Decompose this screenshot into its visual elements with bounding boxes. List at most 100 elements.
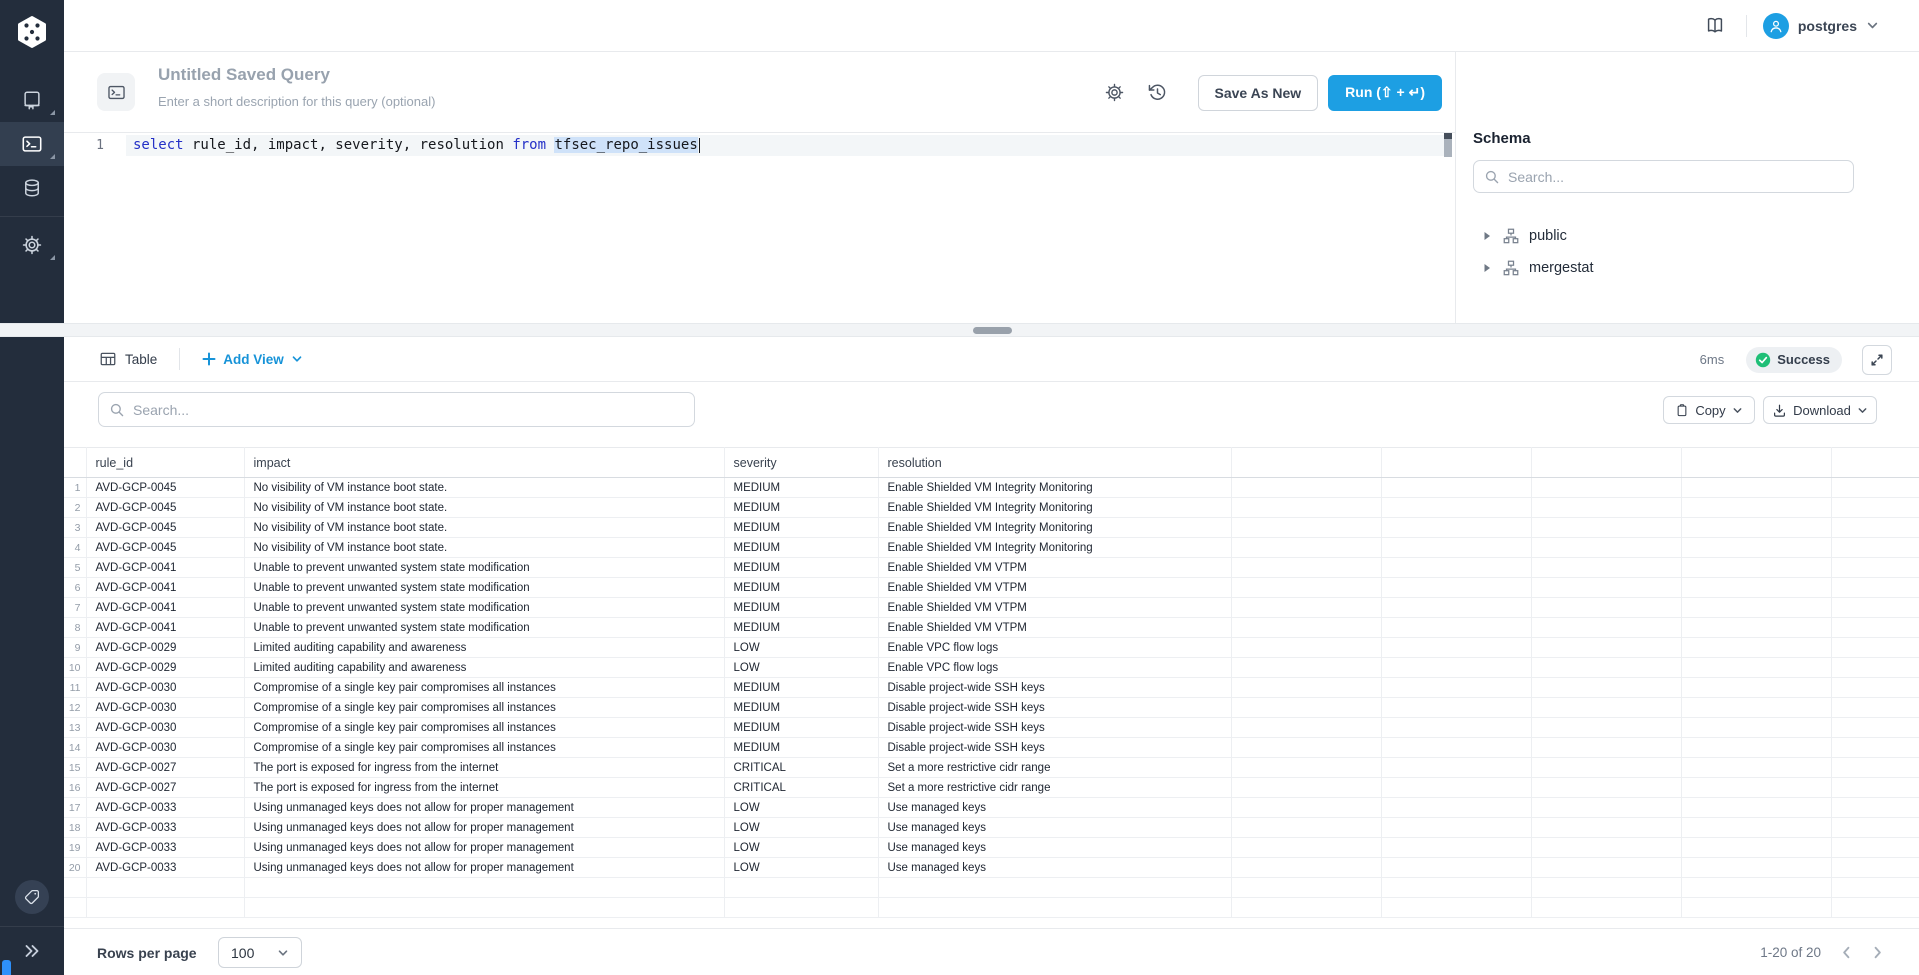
panel-resize-divider[interactable] xyxy=(0,323,1919,337)
query-history-button[interactable] xyxy=(1143,78,1172,107)
docs-button[interactable] xyxy=(1700,11,1730,41)
cell-resolution[interactable]: Disable project-wide SSH keys xyxy=(878,698,1231,718)
cell-severity[interactable]: MEDIUM xyxy=(724,578,878,598)
column-header-severity[interactable]: severity xyxy=(724,448,878,478)
cell-severity[interactable]: MEDIUM xyxy=(724,678,878,698)
sidebar-item-settings[interactable] xyxy=(0,223,64,267)
cell-severity[interactable]: MEDIUM xyxy=(724,498,878,518)
cell-severity[interactable]: MEDIUM xyxy=(724,698,878,718)
sql-editor[interactable]: 1 select rule_id, impact, severity, reso… xyxy=(64,133,1455,323)
cell-impact[interactable]: Unable to prevent unwanted system state … xyxy=(244,578,724,598)
cell-resolution[interactable]: Disable project-wide SSH keys xyxy=(878,678,1231,698)
cell-resolution[interactable]: Enable Shielded VM VTPM xyxy=(878,558,1231,578)
schema-search[interactable] xyxy=(1473,160,1854,193)
cell-impact[interactable]: No visibility of VM instance boot state. xyxy=(244,478,724,498)
sidebar-item-queries[interactable] xyxy=(0,122,64,166)
download-button[interactable]: Download xyxy=(1763,396,1877,424)
cell-resolution[interactable]: Disable project-wide SSH keys xyxy=(878,718,1231,738)
caret-right-icon[interactable] xyxy=(1482,231,1492,241)
cell-severity[interactable]: MEDIUM xyxy=(724,558,878,578)
cell-severity[interactable]: LOW xyxy=(724,798,878,818)
column-header-resolution[interactable]: resolution xyxy=(878,448,1231,478)
caret-right-icon[interactable] xyxy=(1482,263,1492,273)
cell-impact[interactable]: Limited auditing capability and awarenes… xyxy=(244,658,724,678)
cell-resolution[interactable]: Enable Shielded VM VTPM xyxy=(878,618,1231,638)
cell-impact[interactable]: Limited auditing capability and awarenes… xyxy=(244,638,724,658)
cell-rule_id[interactable]: AVD-GCP-0033 xyxy=(86,818,244,838)
cell-resolution[interactable]: Use managed keys xyxy=(878,798,1231,818)
cell-rule_id[interactable]: AVD-GCP-0041 xyxy=(86,578,244,598)
schema-item-label[interactable]: public xyxy=(1529,228,1567,244)
cell-resolution[interactable]: Use managed keys xyxy=(878,838,1231,858)
sql-code[interactable]: select rule_id, impact, severity, resolu… xyxy=(133,135,700,156)
cell-rule_id[interactable]: AVD-GCP-0030 xyxy=(86,718,244,738)
cell-resolution[interactable]: Enable VPC flow logs xyxy=(878,638,1231,658)
cell-impact[interactable]: Compromise of a single key pair compromi… xyxy=(244,698,724,718)
cell-severity[interactable]: LOW xyxy=(724,658,878,678)
cell-rule_id[interactable]: AVD-GCP-0029 xyxy=(86,658,244,678)
cell-impact[interactable]: Unable to prevent unwanted system state … xyxy=(244,558,724,578)
sidebar-item-repos[interactable] xyxy=(0,78,64,122)
cell-rule_id[interactable]: AVD-GCP-0030 xyxy=(86,698,244,718)
rows-per-page-select[interactable]: 100 xyxy=(218,937,302,968)
save-as-new-button[interactable]: Save As New xyxy=(1198,75,1319,111)
cell-rule_id[interactable]: AVD-GCP-0027 xyxy=(86,758,244,778)
cell-rule_id[interactable]: AVD-GCP-0027 xyxy=(86,778,244,798)
cell-severity[interactable]: MEDIUM xyxy=(724,538,878,558)
cell-impact[interactable]: Compromise of a single key pair compromi… xyxy=(244,678,724,698)
query-settings-button[interactable] xyxy=(1100,78,1129,107)
cell-rule_id[interactable]: AVD-GCP-0033 xyxy=(86,858,244,878)
query-description-input[interactable] xyxy=(158,92,678,110)
next-page-button[interactable] xyxy=(1866,941,1889,964)
run-query-button[interactable]: Run (⇧ + ↵) xyxy=(1328,75,1442,111)
avatar[interactable] xyxy=(1763,13,1789,39)
cell-rule_id[interactable]: AVD-GCP-0029 xyxy=(86,638,244,658)
cell-severity[interactable]: MEDIUM xyxy=(724,478,878,498)
query-title-input[interactable] xyxy=(158,63,678,87)
resize-handle[interactable] xyxy=(973,327,1012,334)
cell-resolution[interactable]: Enable Shielded VM VTPM xyxy=(878,578,1231,598)
cell-impact[interactable]: The port is exposed for ingress from the… xyxy=(244,758,724,778)
cell-severity[interactable]: CRITICAL xyxy=(724,778,878,798)
cell-severity[interactable]: MEDIUM xyxy=(724,738,878,758)
sidebar-item-data[interactable] xyxy=(0,166,64,210)
cell-resolution[interactable]: Enable Shielded VM Integrity Monitoring xyxy=(878,478,1231,498)
cell-resolution[interactable]: Enable Shielded VM Integrity Monitoring xyxy=(878,518,1231,538)
column-header-impact[interactable]: impact xyxy=(244,448,724,478)
results-search[interactable] xyxy=(98,392,695,427)
cell-impact[interactable]: No visibility of VM instance boot state. xyxy=(244,498,724,518)
cell-severity[interactable]: MEDIUM xyxy=(724,598,878,618)
cell-impact[interactable]: Unable to prevent unwanted system state … xyxy=(244,598,724,618)
cell-severity[interactable]: LOW xyxy=(724,818,878,838)
cell-rule_id[interactable]: AVD-GCP-0041 xyxy=(86,598,244,618)
tab-table[interactable]: Table xyxy=(99,350,157,368)
cell-impact[interactable]: Using unmanaged keys does not allow for … xyxy=(244,798,724,818)
user-menu-button[interactable] xyxy=(1866,19,1879,32)
cell-impact[interactable]: No visibility of VM instance boot state. xyxy=(244,538,724,558)
cell-rule_id[interactable]: AVD-GCP-0033 xyxy=(86,798,244,818)
cell-severity[interactable]: CRITICAL xyxy=(724,758,878,778)
cell-impact[interactable]: Compromise of a single key pair compromi… xyxy=(244,738,724,758)
schema-tree-item-mergestat[interactable]: mergestat xyxy=(1456,252,1919,284)
cell-severity[interactable]: LOW xyxy=(724,838,878,858)
cell-resolution[interactable]: Enable Shielded VM Integrity Monitoring xyxy=(878,538,1231,558)
results-search-input[interactable] xyxy=(133,402,684,418)
cell-rule_id[interactable]: AVD-GCP-0045 xyxy=(86,518,244,538)
schema-search-input[interactable] xyxy=(1508,169,1843,185)
cell-severity[interactable]: LOW xyxy=(724,638,878,658)
cell-severity[interactable]: MEDIUM xyxy=(724,518,878,538)
cell-impact[interactable]: No visibility of VM instance boot state. xyxy=(244,518,724,538)
schema-item-label[interactable]: mergestat xyxy=(1529,260,1593,276)
cell-resolution[interactable]: Enable VPC flow logs xyxy=(878,658,1231,678)
cell-impact[interactable]: Using unmanaged keys does not allow for … xyxy=(244,858,724,878)
copy-button[interactable]: Copy xyxy=(1663,396,1755,424)
add-view-button[interactable]: Add View xyxy=(202,352,303,367)
cell-rule_id[interactable]: AVD-GCP-0041 xyxy=(86,618,244,638)
cell-resolution[interactable]: Set a more restrictive cidr range xyxy=(878,778,1231,798)
mergestat-logo[interactable] xyxy=(0,0,64,64)
cell-resolution[interactable]: Disable project-wide SSH keys xyxy=(878,738,1231,758)
cell-resolution[interactable]: Set a more restrictive cidr range xyxy=(878,758,1231,778)
cell-impact[interactable]: Unable to prevent unwanted system state … xyxy=(244,618,724,638)
cell-resolution[interactable]: Enable Shielded VM VTPM xyxy=(878,598,1231,618)
cell-rule_id[interactable]: AVD-GCP-0041 xyxy=(86,558,244,578)
